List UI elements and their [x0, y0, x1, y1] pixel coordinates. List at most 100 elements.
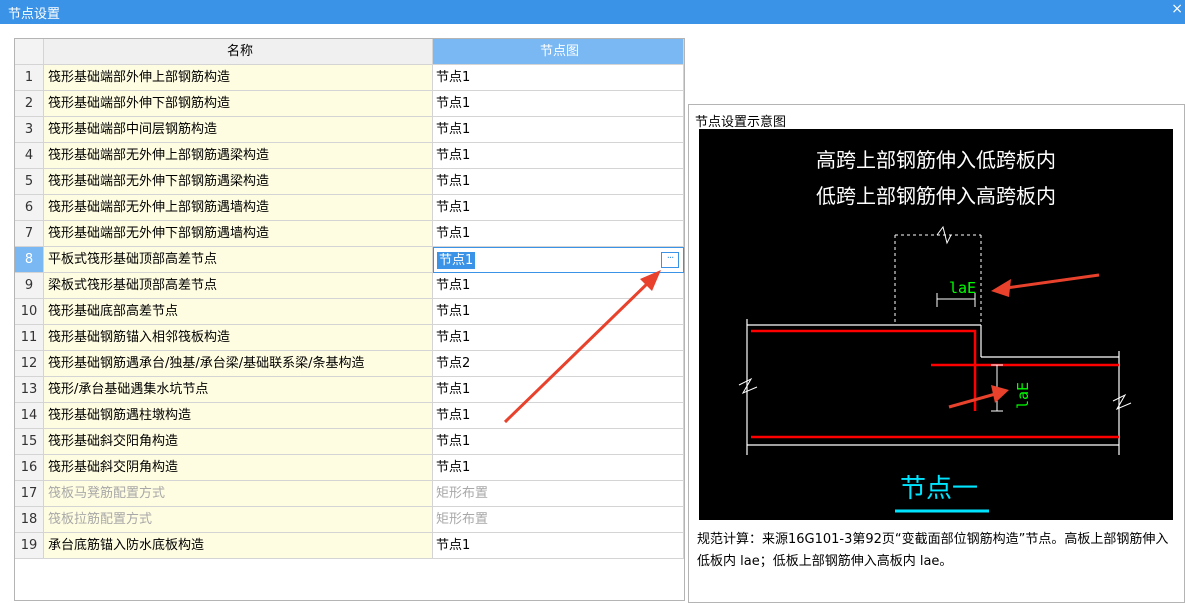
diagram-caption: 节点一 [900, 474, 978, 504]
row-node-value[interactable]: 节点1 [433, 221, 684, 247]
diagram-line2: 低跨上部钢筋伸入高跨板内 [816, 184, 1056, 208]
diagram-svg: 高跨上部钢筋伸入低跨板内 低跨上部钢筋伸入高跨板内 laE laE 节点一 [738, 148, 1132, 513]
preview-title: 节点设置示意图 [695, 115, 787, 130]
table-row[interactable]: 6 筏形基础端部无外伸上部钢筋遇墙构造 节点1 [15, 195, 684, 221]
table-header: 名称 节点图 [15, 39, 684, 66]
close-icon[interactable]: × [1171, 1, 1183, 17]
row-index[interactable]: 3 [15, 117, 44, 143]
header-name[interactable]: 名称 [44, 39, 433, 65]
row-name: 筏板拉筋配置方式 [44, 507, 433, 533]
row-name: 筏板马凳筋配置方式 [44, 481, 433, 507]
table-row[interactable]: 15 筏形基础斜交阳角构造 节点1 [15, 429, 684, 455]
table-row[interactable]: 10 筏形基础底部高差节点 节点1 [15, 299, 684, 325]
row-index[interactable]: 11 [15, 325, 44, 351]
title-bar: 节点设置 × [0, 0, 1185, 24]
row-name: 梁板式筏形基础顶部高差节点 [44, 273, 433, 299]
row-name: 筏形基础钢筋遇承台/独基/承台梁/基础联系梁/条基构造 [44, 351, 433, 377]
dim-label-vertical: laE [1014, 382, 1032, 409]
rebars [751, 329, 1119, 439]
row-node-value[interactable]: 节点1 [433, 117, 684, 143]
row-index[interactable]: 9 [15, 273, 44, 299]
spec-description: 规范计算：来源16G101-3第92页“变截面部位钢筋构造”节点。高板上部钢筋伸… [697, 532, 1169, 569]
row-name: 筏形基础斜交阳角构造 [44, 429, 433, 455]
row-index[interactable]: 19 [15, 533, 44, 559]
table-row[interactable]: 19 承台底筋锚入防水底板构造 节点1 [15, 533, 684, 559]
table-row[interactable]: 9 梁板式筏形基础顶部高差节点 节点1 [15, 273, 684, 299]
row-name: 筏形基础端部无外伸上部钢筋遇墙构造 [44, 195, 433, 221]
table-row[interactable]: 2 筏形基础端部外伸下部钢筋构造 节点1 [15, 91, 684, 117]
table-row[interactable]: 16 筏形基础斜交阴角构造 节点1 [15, 455, 684, 481]
row-name: 筏形基础端部无外伸下部钢筋遇墙构造 [44, 221, 433, 247]
row-index[interactable]: 17 [15, 481, 44, 507]
table-row[interactable]: 4 筏形基础端部无外伸上部钢筋遇梁构造 节点1 [15, 143, 684, 169]
selected-node-value[interactable]: 节点1 [437, 252, 476, 269]
row-node-value[interactable]: 节点1 [433, 273, 684, 299]
row-index[interactable]: 5 [15, 169, 44, 195]
row-name: 筏形基础钢筋遇柱墩构造 [44, 403, 433, 429]
row-index[interactable]: 4 [15, 143, 44, 169]
row-node-value[interactable]: 节点1 [433, 169, 684, 195]
table-row[interactable]: 11 筏形基础钢筋锚入相邻筏板构造 节点1 [15, 325, 684, 351]
table-row[interactable]: 3 筏形基础端部中间层钢筋构造 节点1 [15, 117, 684, 143]
row-name: 筏形基础端部中间层钢筋构造 [44, 117, 433, 143]
ellipsis-button[interactable]: ··· [661, 252, 679, 268]
row-index[interactable]: 12 [15, 351, 44, 377]
row-node-value[interactable]: 节点1 [433, 403, 684, 429]
row-index[interactable]: 6 [15, 195, 44, 221]
node-settings-table: 名称 节点图 1 筏形基础端部外伸上部钢筋构造 节点1 2 筏形基础端部外伸下部钢筋构造… [14, 38, 685, 601]
row-index[interactable]: 15 [15, 429, 44, 455]
row-node-value[interactable]: 矩形布置 [433, 481, 684, 507]
row-node-value[interactable]: 节点1 [433, 455, 684, 481]
node-preview-panel: 节点设置示意图 高跨上部钢筋伸入低跨板内 低跨上部钢筋伸入高跨板内 laE la… [688, 104, 1185, 603]
row-node-value[interactable]: 节点1 [433, 91, 684, 117]
table-row[interactable]: 5 筏形基础端部无外伸下部钢筋遇梁构造 节点1 [15, 169, 684, 195]
row-name: 筏形/承台基础遇集水坑节点 [44, 377, 433, 403]
row-name: 筏形基础端部外伸下部钢筋构造 [44, 91, 433, 117]
table-row[interactable]: 17 筏板马凳筋配置方式 矩形布置 [15, 481, 684, 507]
table-row[interactable]: 8 平板式筏形基础顶部高差节点 节点1 ··· [15, 247, 684, 273]
table-row[interactable]: 1 筏形基础端部外伸上部钢筋构造 节点1 [15, 65, 684, 91]
table-row[interactable]: 13 筏形/承台基础遇集水坑节点 节点1 [15, 377, 684, 403]
row-index[interactable]: 1 [15, 65, 44, 91]
diagram-line1: 高跨上部钢筋伸入低跨板内 [816, 148, 1056, 172]
table-row[interactable]: 7 筏形基础端部无外伸下部钢筋遇墙构造 节点1 [15, 221, 684, 247]
table-row[interactable]: 12 筏形基础钢筋遇承台/独基/承台梁/基础联系梁/条基构造 节点2 [15, 351, 684, 377]
break-mark-right [1112, 393, 1132, 411]
table-row[interactable]: 14 筏形基础钢筋遇柱墩构造 节点1 [15, 403, 684, 429]
row-node-value[interactable]: 节点1 [433, 429, 684, 455]
row-name: 筏形基础斜交阴角构造 [44, 455, 433, 481]
row-node-value[interactable]: 矩形布置 [433, 507, 684, 533]
header-node[interactable]: 节点图 [433, 39, 684, 65]
row-index[interactable]: 16 [15, 455, 44, 481]
row-name: 筏形基础端部无外伸上部钢筋遇梁构造 [44, 143, 433, 169]
row-node-value[interactable]: 节点1 [433, 325, 684, 351]
row-node-value[interactable]: 节点1 ··· [433, 247, 684, 273]
row-name: 承台底筋锚入防水底板构造 [44, 533, 433, 559]
row-node-value[interactable]: 节点1 [433, 65, 684, 91]
break-mark-left [738, 377, 758, 395]
header-index [15, 39, 44, 65]
row-name: 筏形基础钢筋锚入相邻筏板构造 [44, 325, 433, 351]
row-node-value[interactable]: 节点1 [433, 377, 684, 403]
annotation-arrowhead-1 [991, 279, 1011, 297]
node-diagram: 高跨上部钢筋伸入低跨板内 低跨上部钢筋伸入高跨板内 laE laE 节点一 [699, 129, 1173, 520]
row-node-value[interactable]: 节点1 [433, 299, 684, 325]
slab-outline [746, 319, 1120, 455]
row-node-value[interactable]: 节点1 [433, 143, 684, 169]
row-name: 筏形基础端部无外伸下部钢筋遇梁构造 [44, 169, 433, 195]
row-index[interactable]: 13 [15, 377, 44, 403]
row-index[interactable]: 7 [15, 221, 44, 247]
table-row[interactable]: 18 筏板拉筋配置方式 矩形布置 [15, 507, 684, 533]
row-index[interactable]: 8 [15, 247, 44, 273]
window-title: 节点设置 [8, 7, 61, 22]
row-node-value[interactable]: 节点1 [433, 195, 684, 221]
row-node-value[interactable]: 节点2 [433, 351, 684, 377]
row-name: 平板式筏形基础顶部高差节点 [44, 247, 433, 273]
row-index[interactable]: 18 [15, 507, 44, 533]
dim-label-horizontal: laE [949, 279, 976, 297]
row-node-value[interactable]: 节点1 [433, 533, 684, 559]
row-name: 筏形基础端部外伸上部钢筋构造 [44, 65, 433, 91]
row-index[interactable]: 2 [15, 91, 44, 117]
row-index[interactable]: 14 [15, 403, 44, 429]
row-index[interactable]: 10 [15, 299, 44, 325]
